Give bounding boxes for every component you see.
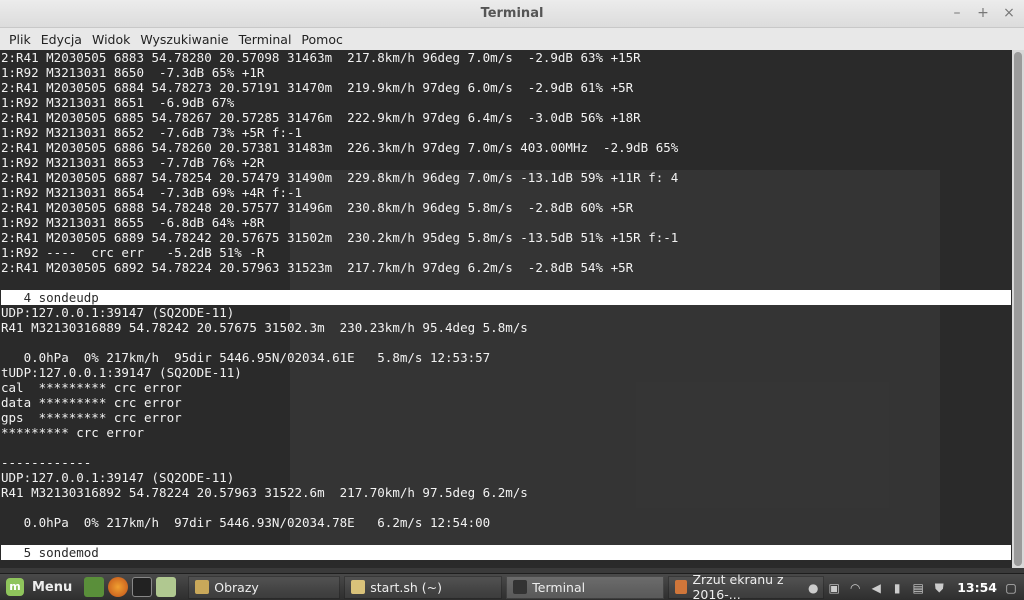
taskbar-window-button[interactable]: Obrazy [188, 575, 341, 599]
terminal-line: 1:R92 M3213031 8650 -7.3dB 65% +1R [1, 65, 265, 80]
terminal-line: R41 M32130316892 54.78224 20.57963 31522… [1, 485, 528, 500]
taskbar-window-label: Terminal [532, 579, 586, 595]
terminal-line: 1:R92 M3213031 8654 -7.3dB 69% +4R f:-1 [1, 185, 303, 200]
terminal-lines: 2:R41 M2030505 6883 54.78280 20.57098 31… [1, 50, 1011, 560]
wifi-icon[interactable]: ◠ [848, 581, 862, 595]
terminal-line: 2:R41 M2030505 6886 54.78260 20.57381 31… [1, 140, 679, 155]
menu-pomoc[interactable]: Pomoc [296, 32, 347, 47]
menu-wyszukiwanie[interactable]: Wyszukiwanie [135, 32, 233, 47]
window-title: Terminal [480, 6, 544, 21]
terminal-line: ********* crc error [1, 425, 144, 440]
terminal-line: 4 sondeudp [1, 290, 1011, 305]
terminal-line: 1:R92 M3213031 8653 -7.7dB 76% +2R [1, 155, 265, 170]
image-viewer-icon [675, 580, 688, 594]
title-bar: Terminal – + × [0, 0, 1024, 28]
terminal-line: 5 sondemod [1, 545, 1011, 560]
minimize-icon[interactable]: – [950, 4, 964, 22]
terminal-line: 0.0hPa 0% 217km/h 97dir 5446.93N/02034.7… [1, 515, 491, 530]
volume-icon[interactable]: ◀ [869, 581, 883, 595]
terminal-line: gps ********* crc error [1, 410, 182, 425]
start-menu-button[interactable]: m Menu [0, 574, 78, 600]
clipboard-icon[interactable]: ▤ [911, 581, 925, 595]
scrollbar[interactable] [1012, 50, 1024, 568]
menu-edycja[interactable]: Edycja [36, 32, 87, 47]
menu-widok[interactable]: Widok [87, 32, 135, 47]
taskbar-window-label: start.sh (~) [370, 579, 442, 595]
terminal-line: 2:R41 M2030505 6883 54.78280 20.57098 31… [1, 50, 641, 65]
terminal-line: UDP:127.0.0.1:39147 (SQ2ODE-11) [1, 305, 235, 320]
terminal-icon [513, 580, 528, 594]
taskbar-window-label: Obrazy [214, 579, 259, 595]
text-editor-icon [351, 580, 366, 594]
shield-icon[interactable]: ⛊ [932, 581, 946, 595]
terminal-line: 2:R41 M2030505 6887 54.78254 20.57479 31… [1, 170, 679, 185]
menu-bar: Plik Edycja Widok Wyszukiwanie Terminal … [0, 28, 1024, 50]
folder-icon [195, 580, 210, 594]
files-launcher-icon[interactable] [156, 577, 177, 597]
terminal-line: data ********* crc error [1, 395, 182, 410]
terminal-line: UDP:127.0.0.1:39147 (SQ2ODE-11) [1, 470, 235, 485]
terminal-line: 1:R92 M3213031 8655 -6.8dB 64% +8R [1, 215, 265, 230]
taskbar-window-button[interactable]: Zrzut ekranu z 2016-... [668, 572, 825, 600]
user-icon[interactable]: ● [806, 581, 820, 595]
terminal-line: R41 M32130316889 54.78242 20.57675 31502… [1, 320, 528, 335]
terminal-line: 1:R92 M3213031 8651 -6.9dB 67% [1, 95, 235, 110]
terminal-line: 2:R41 M2030505 6892 54.78224 20.57963 31… [1, 260, 634, 275]
menu-plik[interactable]: Plik [4, 32, 36, 47]
network-manager-icon[interactable]: ▣ [827, 581, 841, 595]
terminal-line: 2:R41 M2030505 6889 54.78242 20.57675 31… [1, 230, 679, 245]
terminal-line: ------------ [1, 455, 92, 470]
start-menu-label: Menu [32, 579, 73, 595]
clock[interactable]: 13:54 [957, 580, 997, 595]
scrollbar-thumb[interactable] [1014, 52, 1022, 566]
terminal-line: 0.0hPa 0% 217km/h 95dir 5446.95N/02034.6… [1, 350, 491, 365]
terminal-line: cal ********* crc error [1, 380, 182, 395]
terminal-launcher-icon[interactable] [132, 577, 153, 597]
terminal-line: 2:R41 M2030505 6884 54.78273 20.57191 31… [1, 80, 634, 95]
taskbar-window-label: Zrzut ekranu z 2016-... [692, 572, 784, 600]
firefox-icon[interactable] [108, 577, 129, 597]
mint-logo-icon: m [6, 578, 24, 596]
maximize-icon[interactable]: + [976, 4, 990, 22]
taskbar-window-button[interactable]: Terminal [506, 575, 665, 599]
show-desktop-icon[interactable] [84, 577, 105, 597]
terminal-line: 1:R92 ---- crc err -5.2dB 51% -R [1, 245, 265, 260]
terminal-line: 2:R41 M2030505 6888 54.78248 20.57577 31… [1, 200, 634, 215]
workspace-switcher-icon[interactable]: ▢ [1004, 581, 1018, 595]
system-tray: ● ▣ ◠ ◀ ▮ ▤ ⛊ 13:54 ▢ [806, 574, 1018, 600]
menu-terminal[interactable]: Terminal [234, 32, 297, 47]
battery-icon[interactable]: ▮ [890, 581, 904, 595]
close-icon[interactable]: × [1002, 4, 1016, 22]
taskbar-window-button[interactable]: start.sh (~) [344, 575, 503, 599]
terminal-output[interactable]: 2:R41 M2030505 6883 54.78280 20.57098 31… [0, 50, 1012, 568]
terminal-line: 1:R92 M3213031 8652 -7.6dB 73% +5R f:-1 [1, 125, 303, 140]
taskbar: m Menu Obrazy start.sh (~) Terminal Zrzut e… [0, 572, 1024, 600]
terminal-line: tUDP:127.0.0.1:39147 (SQ2ODE-11) [1, 365, 242, 380]
terminal-line: 2:R41 M2030505 6885 54.78267 20.57285 31… [1, 110, 641, 125]
